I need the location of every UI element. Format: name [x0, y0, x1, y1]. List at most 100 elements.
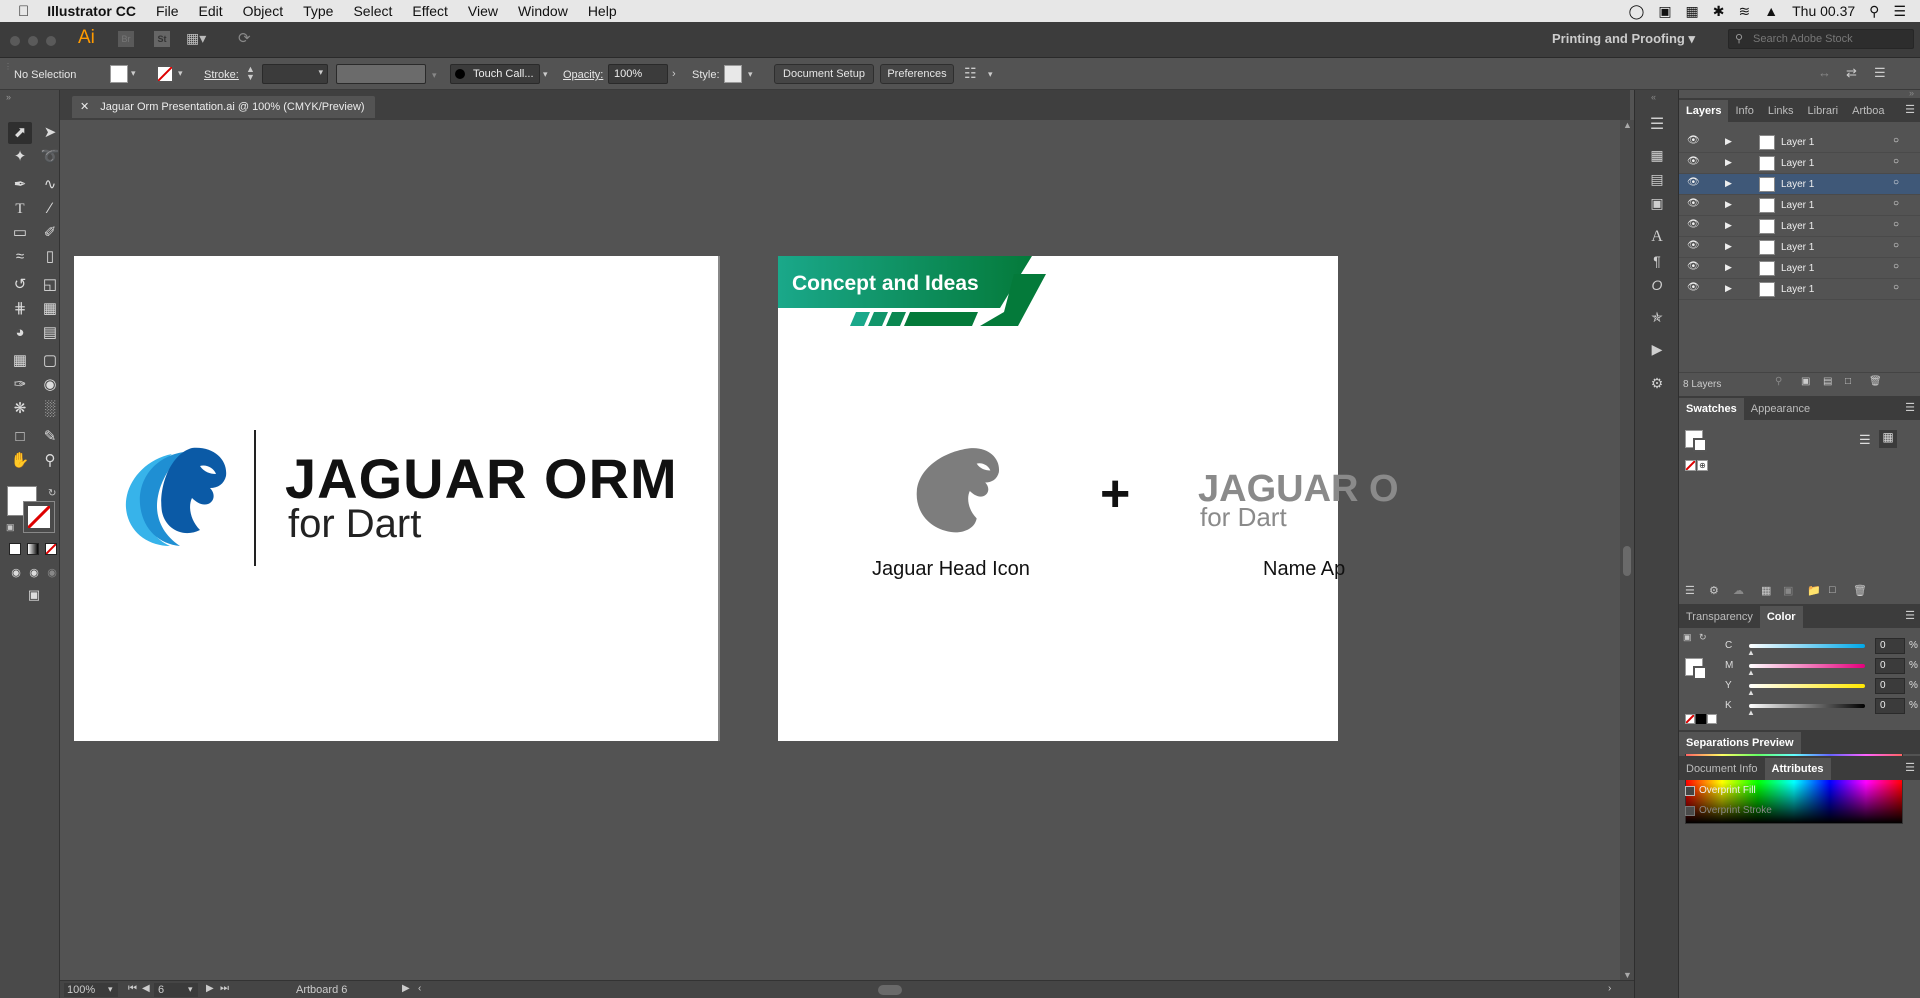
- layer-row[interactable]: 👁 ▶ Layer 1 ○: [1679, 279, 1920, 300]
- menu-view[interactable]: View: [458, 3, 508, 19]
- tab-transparency[interactable]: Transparency: [1679, 606, 1760, 628]
- layer-name[interactable]: Layer 1: [1781, 200, 1814, 211]
- target-icon[interactable]: ○: [1893, 156, 1899, 167]
- notification-center-icon[interactable]: ☰: [1893, 3, 1906, 20]
- target-icon[interactable]: ○: [1893, 282, 1899, 293]
- expand-arrow-icon[interactable]: ▶: [1725, 241, 1732, 252]
- delete-swatch-icon[interactable]: 🗑: [1853, 584, 1867, 597]
- status-menu-icon[interactable]: ▶: [402, 983, 410, 994]
- panel-menu-icon[interactable]: ☰: [1905, 103, 1915, 116]
- scroll-left-icon[interactable]: ‹: [418, 983, 421, 994]
- grid-view-icon[interactable]: ▦: [1879, 430, 1897, 448]
- menu-type[interactable]: Type: [293, 3, 343, 19]
- workspace-switcher[interactable]: Printing and Proofing ▾: [1552, 31, 1695, 47]
- none-mode-icon[interactable]: [45, 543, 57, 555]
- airplay-icon[interactable]: ▲: [1764, 3, 1778, 19]
- tab-document-info[interactable]: Document Info: [1679, 758, 1765, 780]
- color-mode-icon[interactable]: [9, 543, 21, 555]
- default-fill-stroke-icon[interactable]: ▣: [6, 522, 15, 533]
- eye-icon[interactable]: 👁: [1687, 177, 1700, 188]
- layer-name[interactable]: Layer 1: [1781, 137, 1814, 148]
- expand-arrow-icon[interactable]: ▶: [1725, 178, 1732, 189]
- stroke-weight-stepper[interactable]: ▲ ▼: [246, 65, 255, 82]
- target-icon[interactable]: ○: [1893, 135, 1899, 146]
- vertical-scroll-thumb[interactable]: [1623, 546, 1631, 576]
- free-transform-tool-icon[interactable]: ▦: [38, 298, 62, 320]
- new-swatch-icon[interactable]: □: [1829, 584, 1836, 596]
- none-color-chip[interactable]: [1685, 714, 1695, 724]
- eye-icon[interactable]: 👁: [1687, 240, 1700, 251]
- swatch-stroke[interactable]: [1693, 438, 1707, 452]
- chevron-right-icon[interactable]: ›: [672, 68, 676, 80]
- layer-name[interactable]: Layer 1: [1781, 221, 1814, 232]
- brush-dropdown-icon[interactable]: ▾: [543, 69, 548, 80]
- clock[interactable]: Thu 00.37: [1792, 3, 1855, 19]
- canvas[interactable]: JAGUAR ORM for Dart Concept and Ideas Ja…: [60, 120, 1620, 980]
- eye-icon[interactable]: 👁: [1687, 261, 1700, 272]
- type-tool-icon[interactable]: T: [8, 198, 32, 220]
- panel-menu-icon[interactable]: ☰: [1905, 609, 1915, 622]
- layer-row[interactable]: 👁 ▶ Layer 1 ○: [1679, 258, 1920, 279]
- document-tab[interactable]: ✕ Jaguar Orm Presentation.ai @ 100% (CMY…: [72, 96, 375, 118]
- paintbrush-tool-icon[interactable]: ✐: [38, 222, 62, 244]
- character-icon[interactable]: A: [1645, 226, 1669, 248]
- cloud-icon[interactable]: ☁: [1733, 584, 1744, 597]
- make-clipping-mask-icon[interactable]: ▣: [1801, 376, 1810, 387]
- expand-arrow-icon[interactable]: ▶: [1725, 283, 1732, 294]
- layer-row[interactable]: 👁 ▶ Layer 1 ○: [1679, 132, 1920, 153]
- show-swatch-kinds-icon[interactable]: ⚙: [1709, 584, 1719, 597]
- layer-row[interactable]: 👁 ▶ Layer 1 ○: [1679, 216, 1920, 237]
- previous-artboard-icon[interactable]: ◀: [142, 983, 150, 994]
- black-slider[interactable]: [1749, 704, 1865, 708]
- create-new-layer-icon[interactable]: □: [1845, 376, 1851, 387]
- eye-icon[interactable]: 👁: [1687, 198, 1700, 209]
- shaper-tool-icon[interactable]: ≈: [8, 246, 32, 268]
- line-segment-tool-icon[interactable]: ∕: [38, 198, 62, 220]
- swatch-options-icon[interactable]: ▦: [1761, 584, 1771, 597]
- creative-cloud-icon[interactable]: ◯: [1629, 3, 1645, 20]
- window-close-button[interactable]: [10, 36, 20, 46]
- list-view-icon[interactable]: ☰: [1859, 432, 1871, 448]
- tab-libraries[interactable]: Librari: [1801, 100, 1846, 122]
- wifi-icon[interactable]: ≋: [1739, 3, 1751, 20]
- window-minimize-button[interactable]: [28, 36, 38, 46]
- arrange-dropdown-icon[interactable]: ▾: [988, 69, 993, 80]
- fill-dropdown-icon[interactable]: ▾: [131, 68, 136, 79]
- rectangle-tool-icon[interactable]: ▭: [8, 222, 32, 244]
- target-icon[interactable]: ○: [1893, 219, 1899, 230]
- actions-play-icon[interactable]: ▶: [1645, 338, 1669, 360]
- layer-name[interactable]: Layer 1: [1781, 263, 1814, 274]
- overprint-fill-checkbox[interactable]: [1685, 786, 1695, 796]
- tab-layers[interactable]: Layers: [1679, 100, 1729, 122]
- eye-icon[interactable]: 👁: [1687, 219, 1700, 230]
- properties-icon[interactable]: ☰: [1645, 114, 1669, 136]
- menu-file[interactable]: File: [146, 3, 189, 19]
- close-icon[interactable]: ✕: [80, 101, 89, 113]
- cyan-slider[interactable]: [1749, 644, 1865, 648]
- delete-layer-icon[interactable]: 🗑: [1869, 376, 1882, 387]
- panel-icon[interactable]: ⇄: [1846, 65, 1857, 81]
- swatch-registration[interactable]: ⊕: [1697, 460, 1708, 471]
- opacity-label[interactable]: Opacity:: [563, 69, 603, 81]
- collapse-strip-icon[interactable]: «: [1651, 92, 1656, 102]
- black-slider-thumb[interactable]: ▲: [1747, 708, 1755, 717]
- horizontal-scroll-thumb[interactable]: [878, 985, 902, 995]
- width-tool-icon[interactable]: ⋕: [8, 298, 32, 320]
- tab-separations-preview[interactable]: Separations Preview: [1679, 732, 1801, 754]
- locate-object-icon[interactable]: ⚲: [1775, 376, 1782, 387]
- tab-artboards[interactable]: Artboa: [1845, 100, 1891, 122]
- stroke-color-box[interactable]: [23, 501, 55, 533]
- lasso-tool-icon[interactable]: ➰: [38, 146, 62, 168]
- tab-color[interactable]: Color: [1759, 606, 1803, 628]
- zoom-dropdown-icon[interactable]: ▾: [108, 984, 113, 995]
- stroke-dropdown-icon[interactable]: ▾: [178, 68, 183, 79]
- tab-appearance[interactable]: Appearance: [1744, 398, 1817, 420]
- first-artboard-icon[interactable]: ⏮: [128, 983, 137, 994]
- target-icon[interactable]: ○: [1893, 177, 1899, 188]
- swap-fill-stroke-icon[interactable]: ↻: [48, 488, 56, 499]
- menu-select[interactable]: Select: [343, 3, 402, 19]
- expand-arrow-icon[interactable]: ▶: [1725, 262, 1732, 273]
- menu-help[interactable]: Help: [578, 3, 627, 19]
- pathfinder-icon[interactable]: ▣: [1645, 192, 1669, 214]
- scroll-down-icon[interactable]: ▼: [1623, 970, 1632, 980]
